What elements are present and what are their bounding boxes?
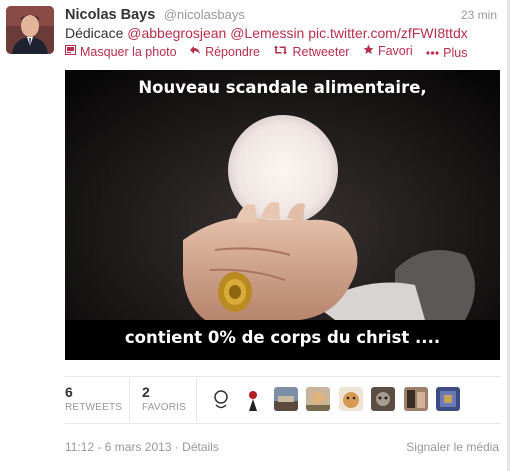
more-button[interactable]: Plus	[426, 46, 467, 60]
retweet-icon	[273, 45, 288, 58]
favorites-count: 2	[142, 384, 150, 400]
stats-bottom-divider	[65, 423, 501, 424]
favorite-label: Favori	[377, 44, 413, 58]
favorites-label: FAVORIS	[142, 402, 187, 413]
tweet-stats: 6 RETWEETS 2 FAVORIS	[65, 378, 501, 424]
media-caption-top: Nouveau scandale alimentaire,	[138, 78, 427, 97]
tweet-card: Nicolas Bays @nicolasbays 23 min Dédicac…	[0, 0, 510, 471]
star-icon	[363, 44, 374, 58]
favoriter-avatar[interactable]	[306, 387, 331, 411]
reply-label: Répondre	[205, 44, 260, 59]
author-handle[interactable]: @nicolasbays	[164, 7, 245, 22]
favoriter-avatar[interactable]	[371, 387, 396, 411]
hide-photo-label: Masquer la photo	[80, 44, 177, 59]
author-avatar[interactable]	[6, 6, 54, 54]
mention-link[interactable]: @Lemessin	[230, 25, 304, 41]
tweet-text-prefix: Dédicace	[65, 25, 124, 41]
favoriter-avatar[interactable]	[241, 387, 266, 411]
retweets-label: RETWEETS	[65, 402, 123, 413]
retweet-label: Retweeter	[292, 44, 350, 59]
tweet-media-photo[interactable]: Nouveau scandale alimentaire, contient 0…	[65, 70, 500, 360]
host-photo	[65, 70, 500, 360]
tweet-time[interactable]: 23 min	[461, 8, 497, 22]
favorites-stat[interactable]: 2 FAVORIS	[142, 384, 186, 413]
tweet-header: Nicolas Bays @nicolasbays 23 min	[65, 6, 505, 24]
more-dots-icon	[426, 47, 439, 58]
photo-icon	[65, 45, 76, 58]
retweets-stat[interactable]: 6 RETWEETS	[65, 384, 122, 413]
mention-link[interactable]: @abbegrosjean	[127, 25, 226, 41]
favoriter-avatar[interactable]	[338, 387, 363, 411]
favoriter-avatar[interactable]	[209, 387, 233, 411]
retweet-button[interactable]: Retweeter	[273, 45, 349, 59]
pic-link[interactable]: pic.twitter.com/zfFWI8ttdx	[308, 25, 467, 41]
hide-photo-button[interactable]: Masquer la photo	[65, 45, 177, 59]
reply-icon	[190, 45, 201, 58]
more-label: Plus	[443, 45, 468, 60]
favoriter-avatar[interactable]	[436, 387, 461, 411]
favoriter-avatar[interactable]	[403, 387, 428, 411]
media-caption-bottom: contient 0% de corps du christ ....	[124, 328, 441, 347]
tweet-timestamp[interactable]: 11:12 - 6 mars 2013 · Détails	[65, 440, 219, 454]
tweet-footer: 11:12 - 6 mars 2013 · Détails Signaler l…	[65, 440, 505, 454]
reply-button[interactable]: Répondre	[190, 45, 260, 59]
tweet-text: Dédicace @abbegrosjean @Lemessin pic.twi…	[65, 25, 468, 41]
stats-separator	[129, 378, 130, 422]
favoriter-avatar[interactable]	[273, 387, 298, 411]
tweet-actions: Masquer la photo Répondre Retweeter Favo…	[65, 44, 477, 60]
retweets-count: 6	[65, 384, 73, 400]
favorite-button[interactable]: Favori	[363, 44, 413, 58]
report-media-link[interactable]: Signaler le média	[406, 440, 499, 454]
stats-separator	[196, 378, 197, 422]
favoriter-avatars	[209, 387, 464, 411]
stats-top-divider	[65, 376, 501, 377]
author-name[interactable]: Nicolas Bays	[65, 7, 155, 23]
